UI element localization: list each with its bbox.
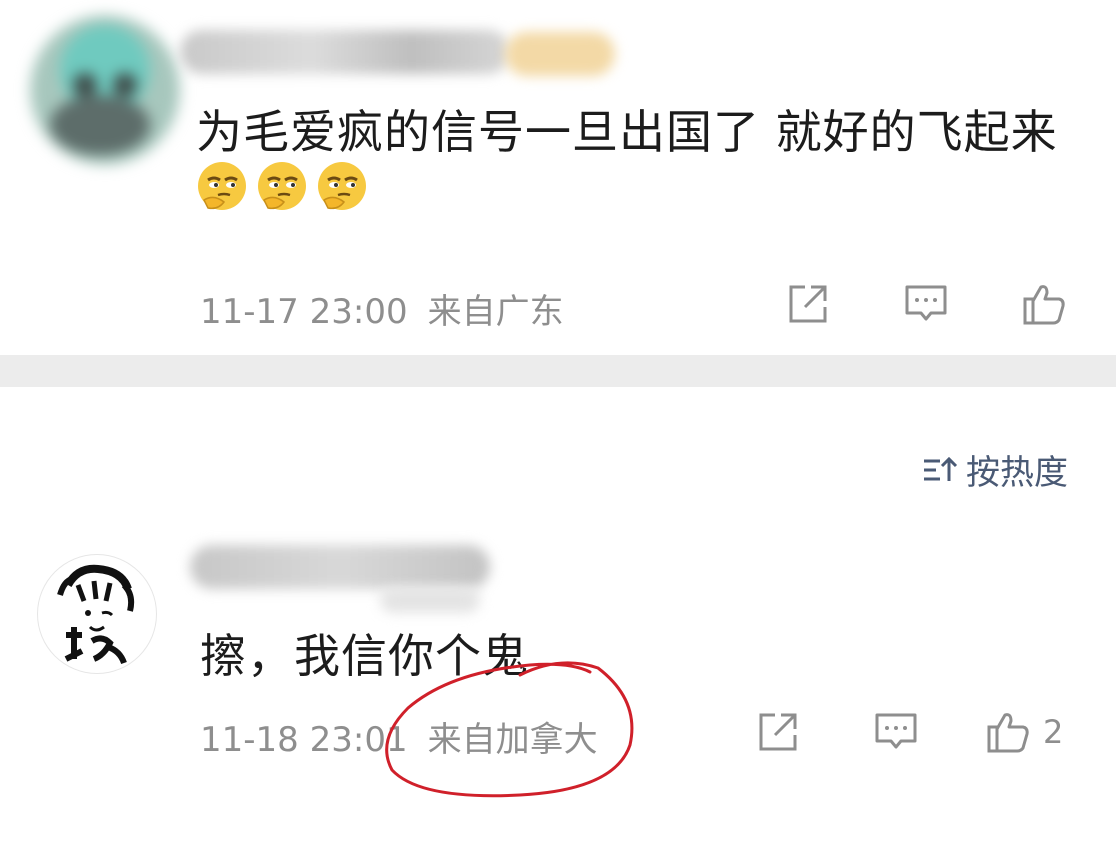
- emoji-row: [196, 160, 368, 212]
- avatar-blurred[interactable]: [30, 15, 180, 165]
- comment-item-2: 按热度 擦，我信你个鬼 11-18 23:01 来自加拿大 2: [0, 387, 1116, 852]
- comment-icon[interactable]: [873, 709, 919, 755]
- smirk-emoji-icon: [258, 162, 306, 210]
- comment-text: 擦，我信你个鬼: [200, 629, 529, 683]
- comment-meta: 11-17 23:00 来自广东: [200, 284, 564, 333]
- like-count: 2: [1043, 713, 1064, 751]
- comment-location: 来自广东: [427, 292, 564, 332]
- like-icon[interactable]: [1021, 281, 1067, 327]
- comment-icon[interactable]: [903, 281, 949, 327]
- section-divider: [0, 355, 1116, 387]
- avatar[interactable]: [38, 555, 156, 673]
- share-icon[interactable]: [755, 709, 801, 755]
- comment-meta: 11-18 23:01 来自加拿大: [200, 712, 598, 761]
- comment-text: 为毛爱疯的信号一旦出国了 就好的飞起来: [196, 105, 1058, 159]
- username-blurred[interactable]: [190, 545, 490, 589]
- sort-label: 按热度: [966, 453, 1068, 493]
- smirk-emoji-icon: [318, 162, 366, 210]
- comment-time: 11-17 23:00: [200, 292, 408, 332]
- username-blurred[interactable]: [180, 30, 510, 74]
- comment-actions: [785, 281, 1067, 327]
- sort-icon: [924, 456, 958, 481]
- comment-item-1: 为毛爱疯的信号一旦出国了 就好的飞起来 11-17 23:00 来自广东: [0, 0, 1116, 355]
- username-tag-blurred: [380, 587, 480, 613]
- share-icon[interactable]: [785, 281, 831, 327]
- comment-location: 来自加拿大: [427, 720, 598, 760]
- username-badge-blurred: [505, 32, 615, 76]
- sort-by-hot-button[interactable]: 按热度: [922, 445, 1068, 494]
- comment-time: 11-18 23:01: [200, 720, 408, 760]
- smirk-emoji-icon: [198, 162, 246, 210]
- comment-actions: 2: [755, 709, 1063, 755]
- like-icon[interactable]: [985, 709, 1031, 755]
